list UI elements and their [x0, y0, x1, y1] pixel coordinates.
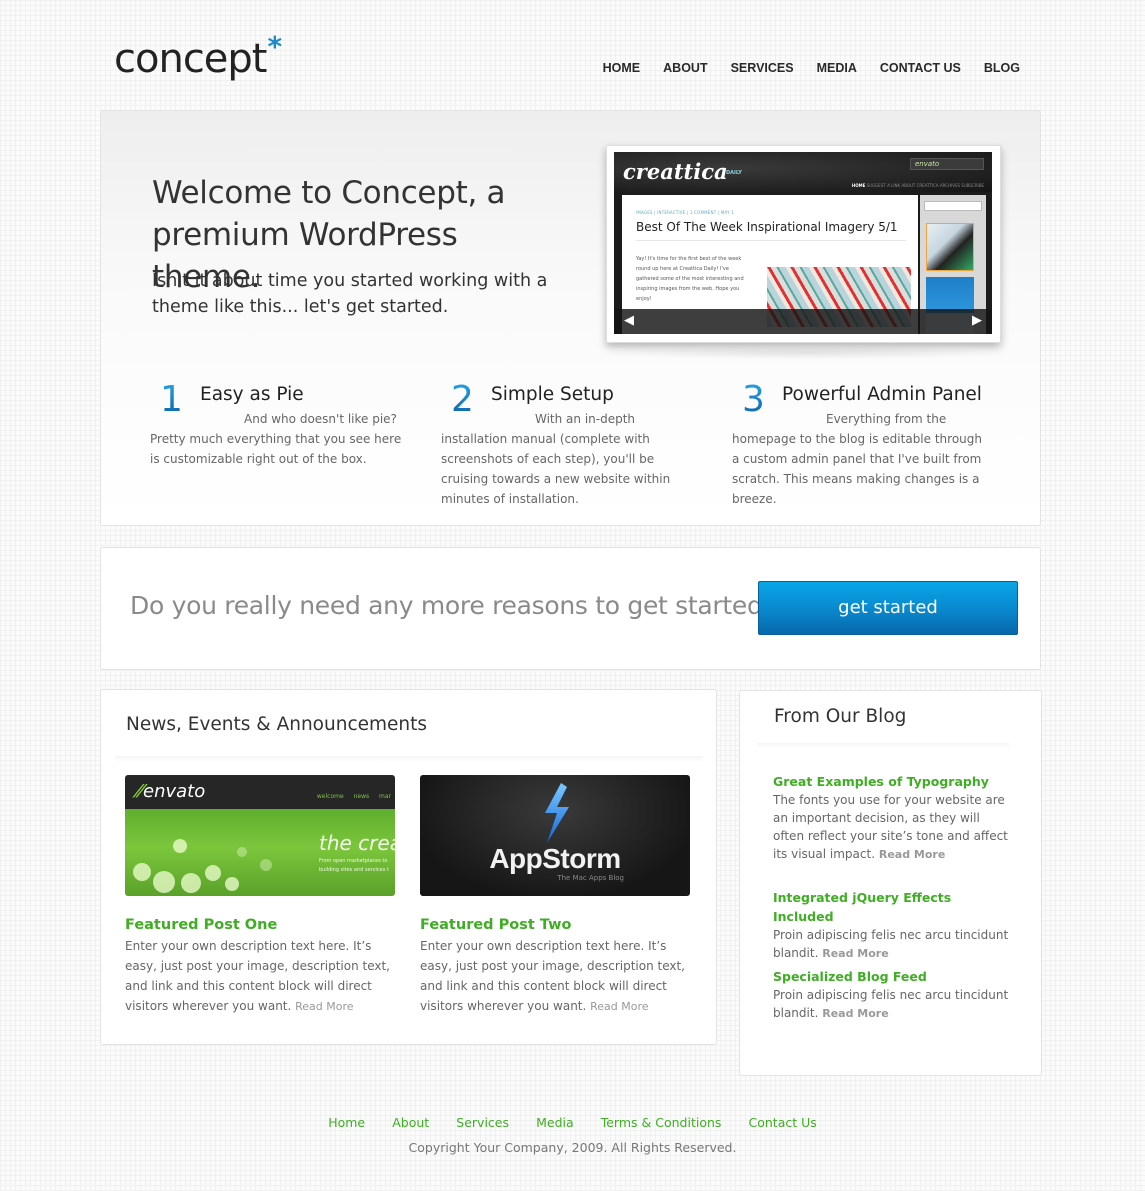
asterisk-logo-icon: *	[267, 30, 283, 63]
featured-post: Featured Post One Enter your own descrip…	[125, 914, 405, 1017]
feature-title: Simple Setup	[491, 384, 614, 405]
bokeh-dot	[181, 873, 201, 893]
blog-post-text: Proin adipiscing felis nec arcu tincidun…	[773, 928, 1009, 960]
blog-post-title[interactable]: Specialized Blog Feed	[773, 967, 1013, 986]
feature-body-text: Everything from the homepage to the blog…	[732, 412, 982, 506]
footer-link-services[interactable]: Services	[456, 1115, 509, 1130]
feature-body-text: With an in-depth installation manual (co…	[441, 412, 671, 506]
featured-post: Featured Post Two Enter your own descrip…	[420, 914, 700, 1017]
bokeh-dot	[205, 865, 221, 881]
blog-post-title[interactable]: Integrated jQuery Effects Included	[773, 888, 1013, 926]
bokeh-dot	[153, 871, 175, 893]
envato-logo: ⁄⁄envato	[137, 781, 205, 802]
feature-title: Easy as Pie	[200, 384, 304, 405]
envato-logo-text: envato	[143, 781, 206, 802]
featured-post-body: Enter your own description text here. It…	[420, 936, 700, 1017]
main-nav: HOME ABOUT SERVICES MEDIA CONTACT US BLO…	[580, 61, 1020, 75]
blog-post: Integrated jQuery Effects Included Proin…	[773, 888, 1013, 963]
screenshot-envato-badge: envato	[910, 158, 984, 170]
read-more-link[interactable]: Read More	[822, 1007, 888, 1020]
featured-post-body: Enter your own description text here. It…	[125, 936, 405, 1017]
screenshot-headline: Best Of The Week Inspirational Imagery 5…	[636, 220, 898, 234]
bokeh-dot	[260, 859, 272, 871]
featured-post-title[interactable]: Featured Post Two	[420, 914, 700, 936]
read-more-link[interactable]: Read More	[879, 848, 945, 861]
blog-post: Great Examples of Typography The fonts y…	[773, 772, 1013, 864]
featured-post-one-image[interactable]: ⁄⁄envato welcome news mar the creat From…	[125, 775, 395, 896]
feature-title: Powerful Admin Panel	[782, 384, 982, 405]
featured-post-two-image[interactable]: AppStorm The Mac Apps Blog	[420, 775, 690, 896]
appstorm-name: AppStorm	[489, 843, 621, 874]
feature-number: 3	[742, 380, 782, 420]
envato-subline: From open marketplaces to building sites …	[319, 857, 389, 875]
footer-link-about[interactable]: About	[392, 1115, 429, 1130]
nav-services[interactable]: SERVICES	[731, 61, 794, 75]
footer-link-terms[interactable]: Terms & Conditions	[601, 1115, 722, 1130]
feature-body: With an in-depth installation manual (co…	[441, 409, 701, 509]
read-more-link[interactable]: Read More	[590, 1000, 648, 1013]
nav-blog[interactable]: BLOG	[984, 61, 1020, 75]
next-arrow-icon[interactable]: ▶	[972, 313, 982, 328]
envato-nav: welcome news mar	[316, 793, 391, 800]
prev-arrow-icon[interactable]: ◀	[624, 313, 634, 328]
feature-2: 2 Simple Setup With an in-depth installa…	[441, 380, 701, 509]
feature-body: Everything from the homepage to the blog…	[732, 409, 992, 509]
lightning-bolt-icon	[545, 783, 569, 843]
feature-number: 1	[160, 380, 200, 420]
nav-home[interactable]: HOME	[603, 61, 641, 75]
blog-post: Specialized Blog Feed Proin adipiscing f…	[773, 967, 1013, 1023]
screenshot-ad-1	[926, 223, 974, 271]
news-title: News, Events & Announcements	[126, 714, 428, 735]
envato-subline-1: From open marketplaces to	[319, 858, 388, 864]
get-started-button[interactable]: get started	[758, 581, 1018, 635]
blog-divider	[757, 743, 1009, 749]
footer-link-contact[interactable]: Contact Us	[749, 1115, 817, 1130]
screenshot-excerpt: Yay! It's time for the first best of the…	[636, 256, 744, 302]
appstorm-subtitle: The Mac Apps Blog	[557, 874, 624, 882]
bokeh-dot	[237, 847, 247, 857]
feature-body-text: And who doesn't like pie? Pretty much ev…	[150, 412, 402, 466]
nav-contact-us[interactable]: CONTACT US	[880, 61, 961, 75]
screenshot-brand-suffix: DAILY	[726, 170, 742, 176]
footer-nav: Home About Services Media Terms & Condit…	[0, 1112, 1145, 1131]
logo-text: concept	[114, 36, 267, 82]
blog-post-title[interactable]: Great Examples of Typography	[773, 772, 1013, 791]
blog-title: From Our Blog	[774, 706, 907, 727]
copyright: Copyright Your Company, 2009. All Rights…	[408, 1140, 737, 1155]
bokeh-dot	[133, 863, 151, 881]
blog-post-text: Proin adipiscing felis nec arcu tincidun…	[773, 988, 1009, 1020]
feature-1: 1 Easy as Pie And who doesn't like pie? …	[150, 380, 410, 469]
cta-text: Do you really need any more reasons to g…	[130, 591, 776, 620]
footer-link-home[interactable]: Home	[328, 1115, 365, 1130]
read-more-link[interactable]: Read More	[822, 947, 888, 960]
site-logo[interactable]: concept*	[114, 30, 282, 88]
bokeh-dot	[225, 877, 239, 891]
feature-number: 2	[451, 380, 491, 420]
nav-about[interactable]: ABOUT	[663, 61, 707, 75]
featured-post-title[interactable]: Featured Post One	[125, 914, 405, 936]
bokeh-dot	[173, 839, 187, 853]
hero-subtitle: Isn't it about time you started working …	[152, 271, 548, 317]
envato-subline-2: building sites and services t	[319, 867, 389, 873]
slider-shadow	[590, 346, 1020, 360]
screenshot-nav-active: HOME	[851, 183, 866, 188]
blog-post-body: Proin adipiscing felis nec arcu tincidun…	[773, 986, 1013, 1023]
blog-post-body: The fonts you use for your website are a…	[773, 791, 1013, 864]
screenshot-brand: creattica	[623, 159, 728, 184]
nav-media[interactable]: MEDIA	[817, 61, 857, 75]
screenshot-nav: HOME SUGGEST A LINK ABOUT CREATTICA ARCH…	[852, 183, 984, 188]
slider-screenshot[interactable]: creattica DAILY envato HOME SUGGEST A LI…	[614, 152, 992, 334]
screenshot-nav-rest: SUGGEST A LINK ABOUT CREATTICA ARCHIVES …	[866, 183, 984, 188]
slider-controls: ◀ ▶	[614, 309, 992, 334]
screenshot-breadcrumbs: IMAGES | INTERACTIVE | 1 COMMENT | MAY 1	[636, 210, 734, 215]
news-divider	[115, 756, 703, 762]
read-more-link[interactable]: Read More	[295, 1000, 353, 1013]
envato-tagline: the creat	[319, 831, 395, 855]
footer-link-media[interactable]: Media	[536, 1115, 574, 1130]
screenshot-divider	[636, 240, 906, 241]
screenshot-search-box	[924, 201, 982, 211]
feature-3: 3 Powerful Admin Panel Everything from t…	[732, 380, 992, 509]
blog-post-body: Proin adipiscing felis nec arcu tincidun…	[773, 926, 1013, 963]
screenshot-header: creattica DAILY envato HOME SUGGEST A LI…	[614, 152, 992, 192]
